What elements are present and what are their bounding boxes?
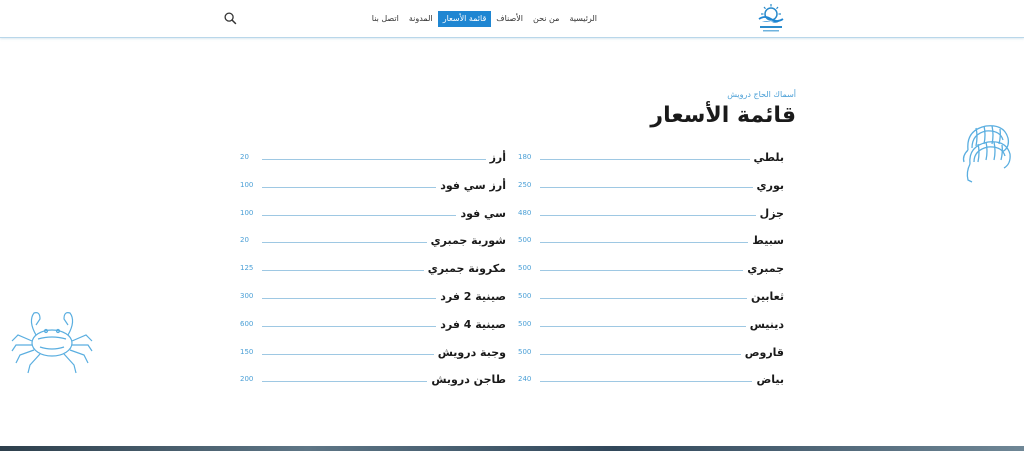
item-name: أرز سي فود <box>436 178 506 192</box>
item-price: 20 <box>240 236 252 245</box>
item-name: قاروص <box>740 345 784 359</box>
item-price: 500 <box>518 291 535 300</box>
price-row: مكرونة جمبري 125 <box>240 261 506 289</box>
price-list-right: بلطي 180 بوري 250 جزل 480 سبيط 500 جمبري 500 ثعابي… <box>518 150 784 400</box>
item-name: جمبري <box>743 262 784 276</box>
item-name: دينيس <box>745 317 784 331</box>
page: الرئيسية من نحن الأصناف قائمة الأسعار المدون… <box>0 0 1024 451</box>
price-leader-line <box>540 242 784 244</box>
item-price: 500 <box>518 319 535 328</box>
item-price: 500 <box>518 264 535 273</box>
price-row: بوري 250 <box>518 178 784 206</box>
price-leader-line <box>540 381 784 383</box>
price-row: قاروص 500 <box>518 345 784 373</box>
item-price: 100 <box>240 180 257 189</box>
item-name: طاجن درويش <box>427 373 506 387</box>
page-subtitle: أسماك الحاج درويش <box>727 90 796 99</box>
footer-image-strip <box>0 446 1024 451</box>
price-row: جمبري 500 <box>518 261 784 289</box>
price-row: ثعابين 500 <box>518 289 784 317</box>
price-leader-line <box>262 159 506 160</box>
search-icon[interactable] <box>224 12 237 25</box>
logo-icon[interactable] <box>754 3 788 35</box>
site-header: الرئيسية من نحن الأصناف قائمة الأسعار المدون… <box>0 0 1024 38</box>
nav-item-1[interactable]: من نحن <box>528 11 564 27</box>
price-row: أرز سي فود 100 <box>240 178 506 206</box>
item-price: 500 <box>518 236 535 245</box>
price-list-left: أرز 20 أرز سي فود 100 سي فود 100 شوربة جمبري 20… <box>240 150 506 400</box>
nav-item-5[interactable]: اتصل بنا <box>367 11 404 27</box>
item-price: 480 <box>518 208 535 217</box>
nav-item-4[interactable]: المدونة <box>404 11 438 27</box>
item-name: شوربة جمبري <box>426 234 506 248</box>
crab-icon <box>11 312 93 374</box>
item-name: صينية 4 فرد <box>436 317 506 331</box>
item-name: سي فود <box>456 206 506 220</box>
price-row: صينية 2 فرد 300 <box>240 289 506 317</box>
item-price: 180 <box>518 153 535 161</box>
item-price: 150 <box>240 347 257 356</box>
price-row: وجبة درويش 150 <box>240 345 506 373</box>
item-price: 600 <box>240 319 257 328</box>
page-title: قائمة الأسعار <box>650 103 796 128</box>
item-name: بياض <box>752 373 784 387</box>
item-price: 200 <box>240 375 257 384</box>
item-price: 250 <box>518 180 535 189</box>
price-row: أرز 20 <box>240 150 506 178</box>
price-row: بياض 240 <box>518 372 784 400</box>
item-name: جزل <box>755 206 784 220</box>
price-row: سي فود 100 <box>240 206 506 234</box>
item-price: 100 <box>240 208 257 217</box>
item-name: ثعابين <box>747 289 784 303</box>
nav-item-3[interactable]: قائمة الأسعار <box>437 11 492 27</box>
price-leader-line <box>540 214 784 216</box>
item-name: أرز <box>485 151 506 164</box>
shrimp-icon <box>962 125 1011 183</box>
item-name: سبيط <box>748 234 784 248</box>
nav-item-2[interactable]: الأصناف <box>491 11 528 27</box>
price-row: سبيط 500 <box>518 233 784 261</box>
item-name: بلطي <box>749 151 784 164</box>
price-row: شوربة جمبري 20 <box>240 233 506 261</box>
item-name: صينية 2 فرد <box>436 289 506 303</box>
price-row: طاجن درويش 200 <box>240 372 506 400</box>
item-name: بوري <box>752 178 784 192</box>
price-leader-line <box>540 186 784 188</box>
item-name: مكرونة جمبري <box>423 262 506 276</box>
price-row: صينية 4 فرد 600 <box>240 317 506 345</box>
price-row: جزل 480 <box>518 206 784 234</box>
nav-item-0[interactable]: الرئيسية <box>564 11 602 27</box>
item-price: 500 <box>518 347 535 356</box>
item-price: 300 <box>240 291 257 300</box>
item-price: 240 <box>518 375 535 384</box>
main-nav: الرئيسية من نحن الأصناف قائمة الأسعار المدون… <box>367 11 602 27</box>
price-row: دينيس 500 <box>518 317 784 345</box>
item-price: 125 <box>240 264 257 273</box>
price-row: بلطي 180 <box>518 150 784 178</box>
price-leader-line <box>540 159 784 160</box>
item-name: وجبة درويش <box>433 345 506 359</box>
item-price: 20 <box>240 153 252 161</box>
